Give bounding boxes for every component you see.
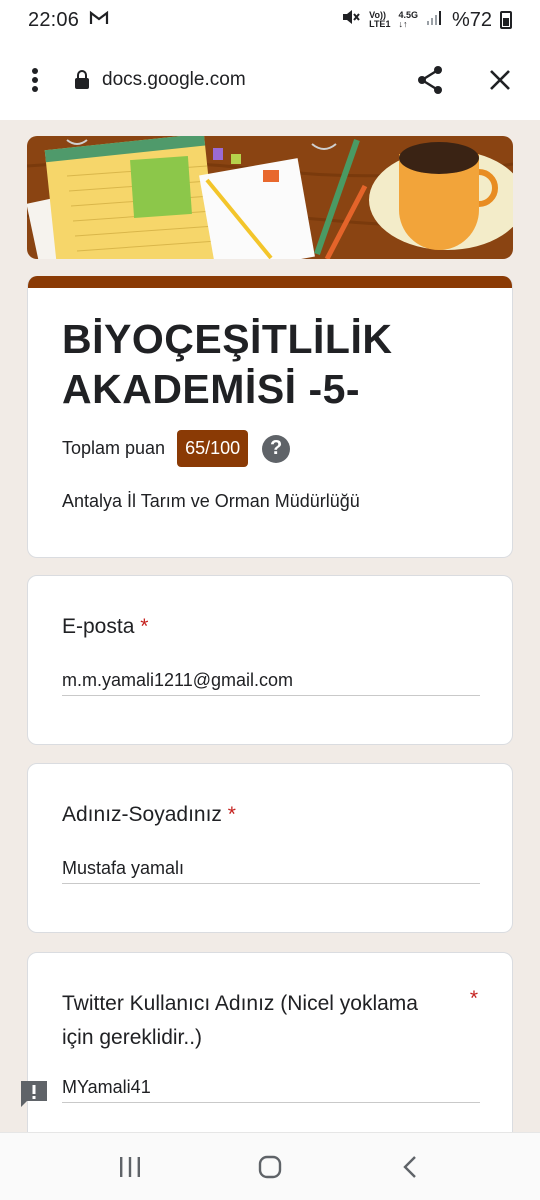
battery-percent: %72 xyxy=(451,8,492,31)
required-mark: * xyxy=(469,987,478,1010)
question-card-name: Adınız-Soyadınız * Mustafa yamalı xyxy=(27,763,513,933)
battery-icon xyxy=(500,11,512,29)
signal-icon xyxy=(426,9,444,32)
form-description: Antalya İl Tarım ve Orman Müdürlüğü xyxy=(62,491,360,511)
network-indicator: 4.5G ↓↑ xyxy=(398,11,418,29)
system-navigation-bar xyxy=(0,1132,540,1200)
share-icon[interactable] xyxy=(410,60,450,100)
status-time: 22:06 xyxy=(28,8,80,31)
theme-accent-strip xyxy=(28,276,512,288)
browser-toolbar: docs.google.com xyxy=(0,40,540,120)
required-mark: * xyxy=(140,615,149,638)
report-feedback-icon[interactable] xyxy=(18,1078,50,1110)
back-icon[interactable] xyxy=(380,1137,440,1197)
recent-apps-icon[interactable] xyxy=(100,1137,160,1197)
question-title: E-posta xyxy=(62,615,135,638)
lte-label: LTE1 xyxy=(369,19,391,29)
email-answer-field[interactable]: m.m.yamali1211@gmail.com xyxy=(62,670,480,696)
question-label-name: Adınız-Soyadınız * xyxy=(62,798,236,832)
page-content: BİYOÇEŞİTLİLİK AKADEMİSİ -5- Toplam puan… xyxy=(0,120,540,1132)
question-label-twitter: Twitter Kullanıcı Adınız (Nicel yoklama … xyxy=(62,992,418,1049)
close-icon[interactable] xyxy=(480,60,520,100)
header-banner-image xyxy=(27,136,513,259)
twitter-answer-field[interactable]: MYamali41 xyxy=(62,1077,480,1103)
name-answer-field[interactable]: Mustafa yamalı xyxy=(62,858,480,884)
question-card-twitter: Twitter Kullanıcı Adınız (Nicel yoklama … xyxy=(27,952,513,1132)
form-title: BİYOÇEŞİTLİLİK AKADEMİSİ -5- xyxy=(62,316,393,412)
volte-indicator: Vo)) LTE1 xyxy=(369,11,390,29)
mute-icon xyxy=(341,8,361,32)
question-card-email: E-posta * m.m.yamali1211@gmail.com xyxy=(27,575,513,745)
score-row: Toplam puan 65/100 ? xyxy=(62,430,512,467)
required-mark: * xyxy=(227,803,236,826)
lock-icon xyxy=(74,70,90,90)
question-title: Adınız-Soyadınız xyxy=(62,803,222,826)
url-text[interactable]: docs.google.com xyxy=(102,69,246,91)
form-header-card: BİYOÇEŞİTLİLİK AKADEMİSİ -5- Toplam puan… xyxy=(27,276,513,558)
menu-dots-icon[interactable] xyxy=(0,67,70,93)
score-label: Toplam puan xyxy=(62,438,166,458)
question-label-email: E-posta * xyxy=(62,610,148,644)
score-badge: 65/100 xyxy=(177,430,249,467)
home-icon[interactable] xyxy=(240,1137,300,1197)
status-bar: 22:06 Vo)) LTE1 4.5G ↓↑ %72 xyxy=(0,0,540,40)
help-icon[interactable]: ? xyxy=(262,434,291,463)
data-arrows-icon: ↓↑ xyxy=(398,19,408,29)
gmail-icon xyxy=(89,9,109,32)
